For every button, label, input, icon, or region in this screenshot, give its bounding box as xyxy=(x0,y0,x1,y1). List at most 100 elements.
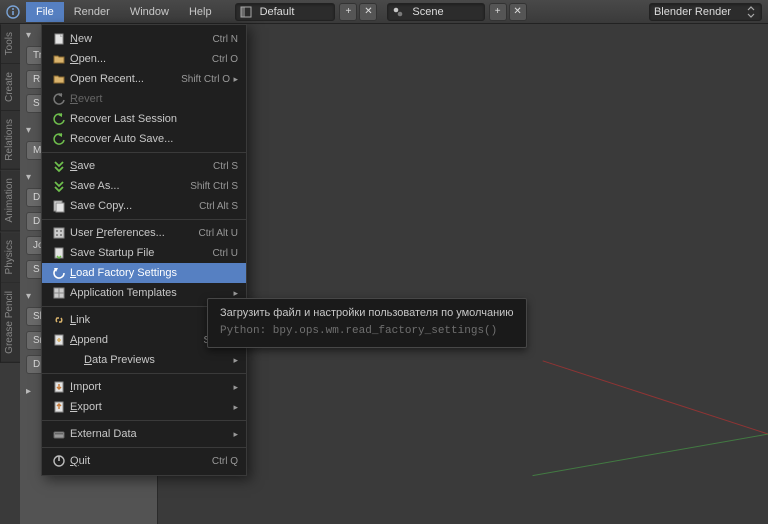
scene-name: Scene xyxy=(408,6,483,18)
menu-item-open-recent[interactable]: Open Recent...Shift Ctrl O▸ xyxy=(42,69,246,89)
render-engine-selector[interactable]: Blender Render xyxy=(649,3,762,21)
export-icon xyxy=(50,400,68,414)
menu-item-shortcut: Shift Ctrl S xyxy=(190,181,238,192)
menu-item-load-factory-settings[interactable]: Load Factory Settings xyxy=(42,263,246,283)
menu-item-label: Data Previews xyxy=(82,354,230,366)
revert-icon xyxy=(50,92,68,106)
menu-item-shortcut: Ctrl O xyxy=(212,54,238,65)
menu-item-label: Save Copy... xyxy=(68,200,199,212)
scene-icon xyxy=(388,6,408,18)
submenu-arrow-icon: ▸ xyxy=(230,355,238,366)
menu-item-data-previews[interactable]: Data Previews▸ xyxy=(42,350,246,370)
menu-item-import[interactable]: Import▸ xyxy=(42,377,246,397)
submenu-arrow-icon: ▸ xyxy=(230,429,238,440)
prefs-icon xyxy=(50,226,68,240)
menu-item-label: Save xyxy=(68,160,213,172)
menu-item-save-as[interactable]: Save As...Shift Ctrl S xyxy=(42,176,246,196)
menu-item-recover-auto-save[interactable]: Recover Auto Save... xyxy=(42,129,246,149)
scene-add-button[interactable]: + xyxy=(489,3,507,21)
open-icon xyxy=(50,72,68,86)
factory-icon xyxy=(50,266,68,280)
menu-item-save-startup-file[interactable]: Save Startup FileCtrl U xyxy=(42,243,246,263)
menu-item-export[interactable]: Export▸ xyxy=(42,397,246,417)
menu-item-label: New xyxy=(68,33,212,45)
tab-create[interactable]: Create xyxy=(0,64,20,111)
external-icon xyxy=(50,427,68,441)
menu-item-open[interactable]: Open...Ctrl O xyxy=(42,49,246,69)
tooltip-description: Загрузить файл и настройки пользователя … xyxy=(220,307,514,319)
menu-item-external-data[interactable]: External Data▸ xyxy=(42,424,246,444)
menu-item-label: Open... xyxy=(68,53,212,65)
menu-item-label: Save Startup File xyxy=(68,247,212,259)
import-icon xyxy=(50,380,68,394)
menu-item-label: Application Templates xyxy=(68,287,230,299)
layout-remove-button[interactable]: ✕ xyxy=(359,3,377,21)
menu-file[interactable]: File xyxy=(26,2,64,22)
menu-item-shortcut: Ctrl Alt S xyxy=(199,201,238,212)
menu-item-shortcut: Ctrl Q xyxy=(212,456,238,467)
menu-item-recover-last-session[interactable]: Recover Last Session xyxy=(42,109,246,129)
submenu-arrow-icon: ▸ xyxy=(230,288,238,299)
quit-icon xyxy=(50,454,68,468)
3d-viewport[interactable] xyxy=(158,24,768,524)
menu-item-label: Import xyxy=(68,381,230,393)
menu-item-shortcut: Ctrl S xyxy=(213,161,238,172)
menu-item-quit[interactable]: QuitCtrl Q xyxy=(42,451,246,471)
savestartup-icon xyxy=(50,246,68,260)
menu-item-shortcut: Ctrl U xyxy=(212,248,238,259)
menu-item-label: Quit xyxy=(68,455,212,467)
menu-item-label: Revert xyxy=(68,93,238,105)
menu-item-shortcut: Ctrl Alt U xyxy=(199,228,238,239)
menu-item-user-preferences[interactable]: User Preferences...Ctrl Alt U xyxy=(42,223,246,243)
info-icon[interactable] xyxy=(2,1,24,23)
apptpl-icon xyxy=(50,286,68,300)
layout-add-button[interactable]: + xyxy=(339,3,357,21)
menu-item-label: Recover Last Session xyxy=(68,113,238,125)
tooltip: Загрузить файл и настройки пользователя … xyxy=(207,298,527,348)
savecopy-icon xyxy=(50,199,68,213)
menu-item-label: Append xyxy=(68,334,204,346)
layout-name: Default xyxy=(256,6,335,18)
tooltip-python: Python: bpy.ops.wm.read_factory_settings… xyxy=(220,325,514,337)
menu-item-label: Export xyxy=(68,401,230,413)
tool-shelf-tabs: Tools Create Relations Animation Physics… xyxy=(0,24,20,524)
tab-tools[interactable]: Tools xyxy=(0,24,20,64)
chevron-updown-icon xyxy=(741,6,761,18)
tab-physics[interactable]: Physics xyxy=(0,232,20,283)
menu-window[interactable]: Window xyxy=(120,2,179,22)
tab-grease-pencil[interactable]: Grease Pencil xyxy=(0,283,20,363)
menu-item-label: Load Factory Settings xyxy=(68,267,238,279)
menu-item-label: Link xyxy=(68,314,228,326)
screen-layout-selector[interactable]: Default xyxy=(235,3,336,21)
menu-item-save-copy[interactable]: Save Copy...Ctrl Alt S xyxy=(42,196,246,216)
menu-item-shortcut: Ctrl N xyxy=(212,34,238,45)
recover-icon xyxy=(50,112,68,126)
scene-remove-button[interactable]: ✕ xyxy=(509,3,527,21)
menu-item-shortcut: Shift Ctrl O xyxy=(181,74,230,85)
open-icon xyxy=(50,52,68,66)
menu-item-label: Save As... xyxy=(68,180,190,192)
menu-help[interactable]: Help xyxy=(179,2,222,22)
top-menu-bar: File Render Window Help Default + ✕ Scen… xyxy=(0,0,768,24)
file-menu-dropdown: NewCtrl NOpen...Ctrl OOpen Recent...Shif… xyxy=(41,24,247,476)
menu-item-new[interactable]: NewCtrl N xyxy=(42,29,246,49)
tab-relations[interactable]: Relations xyxy=(0,111,20,170)
tab-animation[interactable]: Animation xyxy=(0,170,20,231)
menu-item-label: Open Recent... xyxy=(68,73,181,85)
menu-item-label: Recover Auto Save... xyxy=(68,133,238,145)
menu-item-label: External Data xyxy=(68,428,230,440)
menu-render[interactable]: Render xyxy=(64,2,120,22)
save-icon xyxy=(50,179,68,193)
save-icon xyxy=(50,159,68,173)
menu-item-save[interactable]: SaveCtrl S xyxy=(42,156,246,176)
submenu-arrow-icon: ▸ xyxy=(230,402,238,413)
scene-selector[interactable]: Scene xyxy=(387,3,484,21)
menu-item-revert: Revert xyxy=(42,89,246,109)
link-icon xyxy=(50,313,68,327)
layout-icon xyxy=(236,6,256,18)
submenu-arrow-icon: ▸ xyxy=(230,74,238,85)
menu-item-label: User Preferences... xyxy=(68,227,199,239)
y-axis-line xyxy=(532,423,768,476)
append-icon xyxy=(50,333,68,347)
submenu-arrow-icon: ▸ xyxy=(230,382,238,393)
